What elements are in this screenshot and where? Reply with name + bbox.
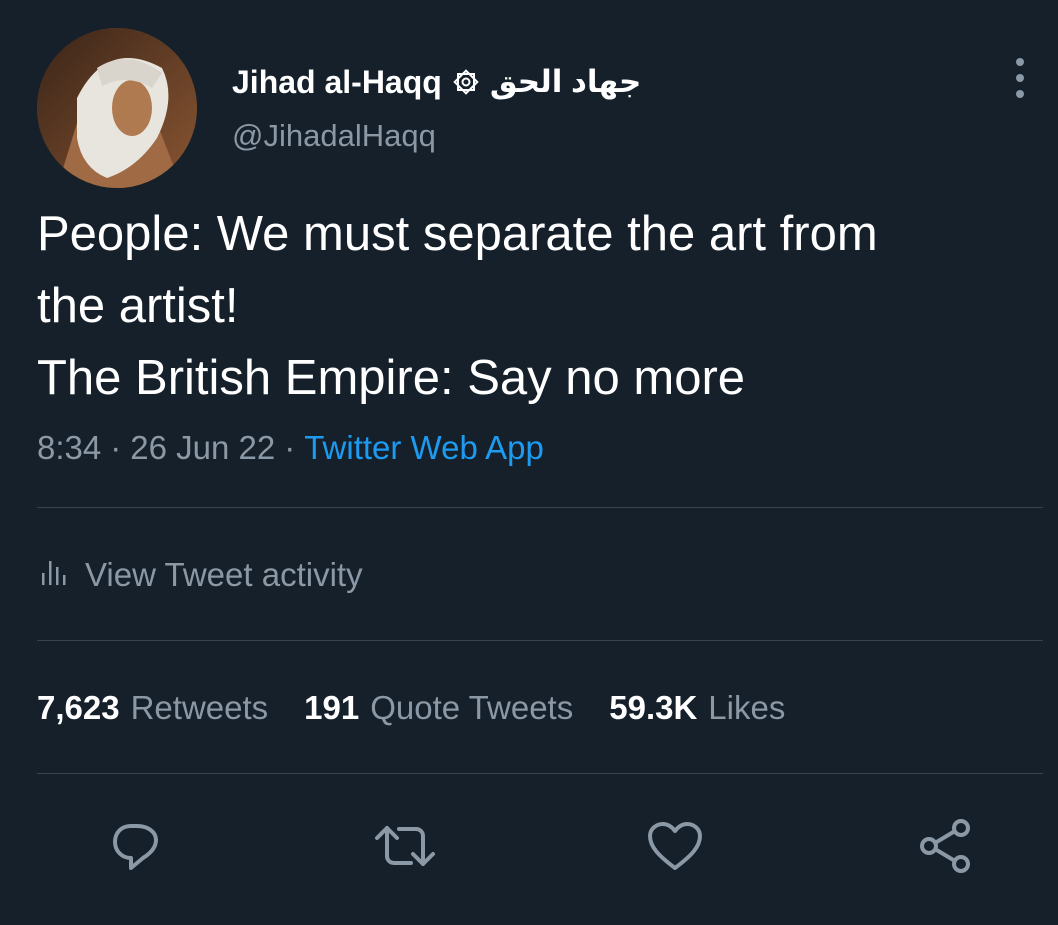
- share-icon: [915, 816, 975, 881]
- avatar[interactable]: [37, 28, 197, 188]
- tweet-text-line: The British Empire: Say no more: [37, 351, 746, 405]
- more-options-icon[interactable]: [1004, 58, 1036, 98]
- likes-label: Likes: [708, 689, 786, 726]
- bar-chart-icon: [37, 555, 67, 595]
- retweet-icon: [373, 818, 437, 879]
- likes-stat[interactable]: 59.3K Likes: [609, 689, 785, 727]
- view-tweet-activity-label: View Tweet activity: [85, 556, 363, 593]
- view-tweet-activity-button[interactable]: View Tweet activity: [37, 552, 363, 598]
- arabic-display-name: جهاد الحق: [489, 64, 642, 99]
- tweet-time[interactable]: 8:34: [37, 429, 101, 467]
- likes-count: 59.3K: [609, 689, 698, 726]
- meta-separator: ·: [284, 429, 296, 466]
- quote-tweets-label: Quote Tweets: [370, 689, 574, 726]
- reply-icon: [107, 818, 163, 879]
- reply-button[interactable]: [100, 813, 170, 883]
- retweets-label: Retweets: [130, 689, 269, 726]
- tweet-date[interactable]: 26 Jun 22: [130, 429, 275, 467]
- affiliation-badge-icon: [452, 68, 480, 96]
- tweet-source-link[interactable]: Twitter Web App: [304, 429, 544, 467]
- like-icon: [645, 818, 705, 879]
- retweet-button[interactable]: [370, 813, 440, 883]
- divider: [37, 773, 1043, 774]
- tweet-text-line: the artist!: [37, 279, 239, 333]
- display-name[interactable]: Jihad al-Haqq: [232, 64, 442, 101]
- tweet-text: People: We must separate the art from th…: [37, 198, 1037, 414]
- share-button[interactable]: [910, 813, 980, 883]
- retweets-stat[interactable]: 7,623 Retweets: [37, 689, 268, 727]
- tweet-stats: 7,623 Retweets 191 Quote Tweets 59.3K Likes: [37, 685, 821, 731]
- quote-tweets-stat[interactable]: 191 Quote Tweets: [304, 689, 573, 727]
- divider: [37, 507, 1043, 508]
- like-button[interactable]: [640, 813, 710, 883]
- meta-separator: ·: [110, 429, 122, 466]
- divider: [37, 640, 1043, 641]
- quote-tweets-count: 191: [304, 689, 360, 726]
- tweet-meta: 8:34 · 26 Jun 22 · Twitter Web App: [37, 425, 544, 471]
- tweet-text-line: People: We must separate the art from: [37, 207, 878, 261]
- retweets-count: 7,623: [37, 689, 120, 726]
- user-handle[interactable]: @JihadalHaqq: [232, 118, 436, 154]
